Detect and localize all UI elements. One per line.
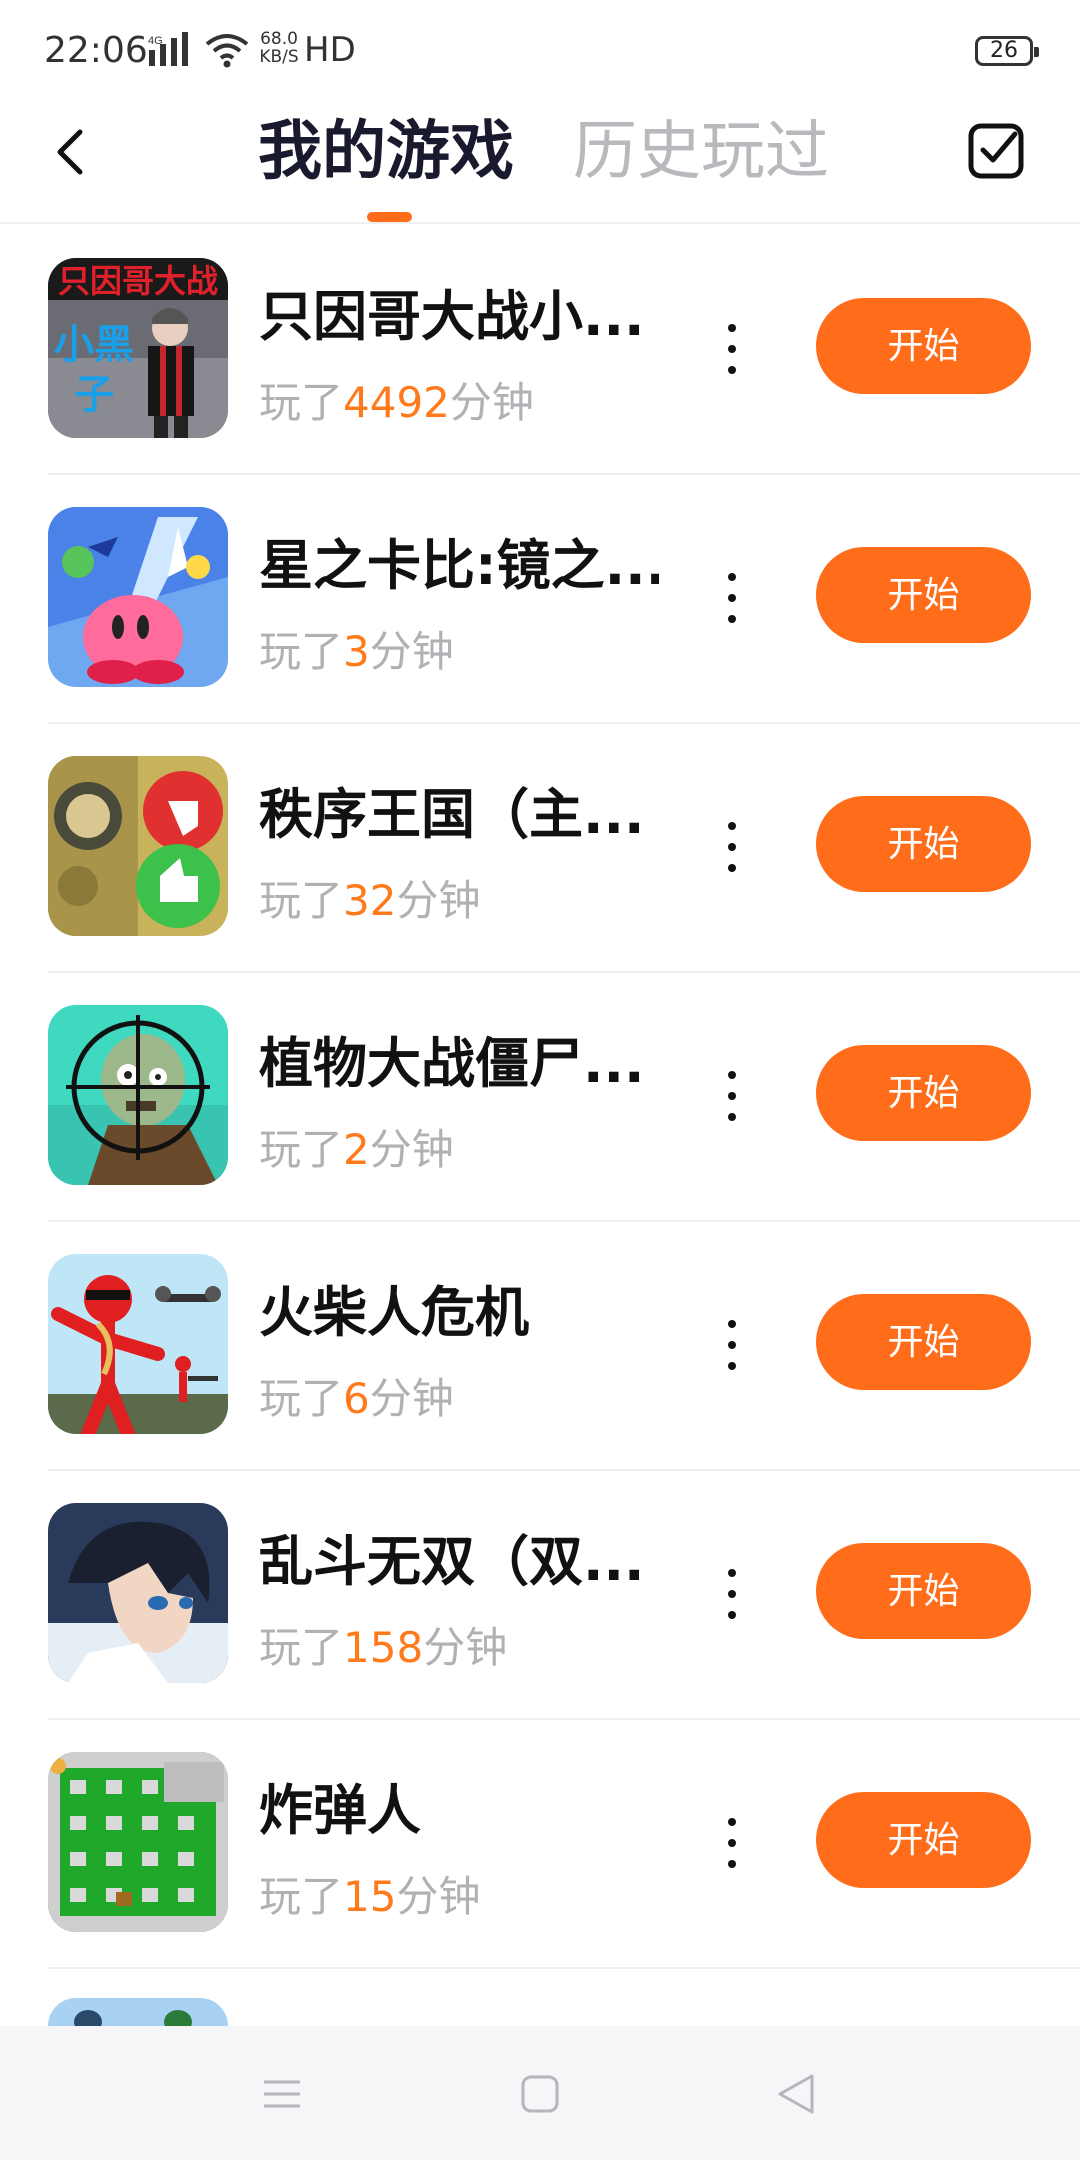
game-playtime: 玩了6分钟: [259, 1374, 454, 1423]
game-item[interactable]: 只因哥大战 小黑 子 只因哥大战小... 玩了4492分钟 开始: [0, 226, 1080, 475]
status-bar: 22:06 4G 68.0 KB/S HD 26: [0, 0, 1080, 100]
game-item[interactable]: 星之卡比:镜之... 玩了3分钟 开始: [0, 475, 1080, 724]
speed-unit: KB/S: [259, 47, 299, 67]
network-speed: 68.0 KB/S: [257, 30, 301, 66]
more-options-icon[interactable]: [712, 1310, 752, 1380]
game-playtime: 玩了2分钟: [259, 1125, 454, 1174]
more-options-icon[interactable]: [712, 812, 752, 882]
playtime-minutes: 2: [343, 1125, 370, 1174]
start-button[interactable]: 开始: [816, 1294, 1031, 1390]
start-button[interactable]: 开始: [816, 1543, 1031, 1639]
svg-text:子: 子: [74, 372, 114, 418]
start-button[interactable]: 开始: [816, 796, 1031, 892]
header: 我的游戏 历史玩过: [0, 100, 1080, 224]
game-title[interactable]: 乱斗无双（双...: [259, 1529, 659, 1595]
more-options-icon[interactable]: [712, 1061, 752, 1131]
anime-hero-icon[interactable]: [48, 1503, 228, 1683]
playtime-minutes: 15: [343, 1872, 397, 1921]
svg-text:只因哥大战: 只因哥大战: [58, 262, 218, 300]
chicken-brother-icon[interactable]: 只因哥大战 小黑 子: [48, 258, 228, 438]
game-item[interactable]: 炸弹人 玩了15分钟 开始: [0, 1720, 1080, 1969]
game-item[interactable]: 火柴人危机 玩了6分钟 开始: [0, 1222, 1080, 1471]
playtime-minutes: 32: [343, 876, 397, 925]
start-button[interactable]: 开始: [816, 298, 1031, 394]
signal-icon: 4G: [148, 32, 188, 66]
status-time: 22:06: [44, 30, 148, 71]
more-options-icon[interactable]: [712, 314, 752, 384]
wifi-icon: [205, 34, 249, 68]
game-playtime: 玩了158分钟: [259, 1623, 508, 1672]
divider: [48, 1967, 1080, 1969]
game-title[interactable]: 只因哥大战小...: [259, 284, 659, 350]
bomberman-icon[interactable]: [48, 1752, 228, 1932]
battery-level: 26: [990, 38, 1018, 63]
speed-value: 68.0: [260, 29, 298, 49]
playtime-minutes: 158: [343, 1623, 424, 1672]
zombie-crosshair-icon[interactable]: [48, 1005, 228, 1185]
svg-text:小黑: 小黑: [54, 322, 134, 368]
back-triangle-icon[interactable]: [772, 2070, 820, 2118]
tab-my-games[interactable]: 我的游戏: [258, 112, 514, 192]
start-button[interactable]: 开始: [816, 1045, 1031, 1141]
playtime-minutes: 3: [343, 627, 370, 676]
game-list: 只因哥大战 小黑 子 只因哥大战小... 玩了4492分钟 开始 星之卡比:镜之…: [0, 226, 1080, 1969]
game-playtime: 玩了15分钟: [259, 1872, 481, 1921]
game-title[interactable]: 秩序王国（主...: [259, 782, 659, 848]
game-playtime: 玩了32分钟: [259, 876, 481, 925]
partial-game-icon[interactable]: [48, 1998, 228, 2026]
more-options-icon[interactable]: [712, 1559, 752, 1629]
menu-icon[interactable]: [258, 2070, 306, 2118]
game-title[interactable]: 植物大战僵尸...: [259, 1031, 659, 1097]
playtime-minutes: 4492: [343, 378, 450, 427]
kirby-icon[interactable]: [48, 507, 228, 687]
checkbox-select-icon[interactable]: [967, 122, 1025, 180]
active-tab-indicator: [367, 212, 412, 222]
game-item[interactable]: 乱斗无双（双... 玩了158分钟 开始: [0, 1471, 1080, 1720]
home-square-icon[interactable]: [516, 2070, 564, 2118]
stickman-icon[interactable]: [48, 1254, 228, 1434]
start-button[interactable]: 开始: [816, 1792, 1031, 1888]
game-item[interactable]: 植物大战僵尸... 玩了2分钟 开始: [0, 973, 1080, 1222]
system-nav-bar: [0, 2026, 1080, 2160]
tab-history-played[interactable]: 历史玩过: [573, 112, 829, 192]
game-title[interactable]: 炸弹人: [259, 1778, 659, 1844]
more-options-icon[interactable]: [712, 1808, 752, 1878]
start-button[interactable]: 开始: [816, 547, 1031, 643]
hd-indicator: HD: [304, 30, 356, 70]
game-playtime: 玩了4492分钟: [259, 378, 534, 427]
game-title[interactable]: 火柴人危机: [259, 1280, 659, 1346]
back-icon[interactable]: [48, 122, 92, 182]
game-title[interactable]: 星之卡比:镜之...: [259, 533, 659, 599]
thumbs-icon[interactable]: [48, 756, 228, 936]
more-options-icon[interactable]: [712, 563, 752, 633]
playtime-minutes: 6: [343, 1374, 370, 1423]
game-playtime: 玩了3分钟: [259, 627, 454, 676]
game-item[interactable]: 秩序王国（主... 玩了32分钟 开始: [0, 724, 1080, 973]
battery-icon: 26: [975, 36, 1039, 66]
